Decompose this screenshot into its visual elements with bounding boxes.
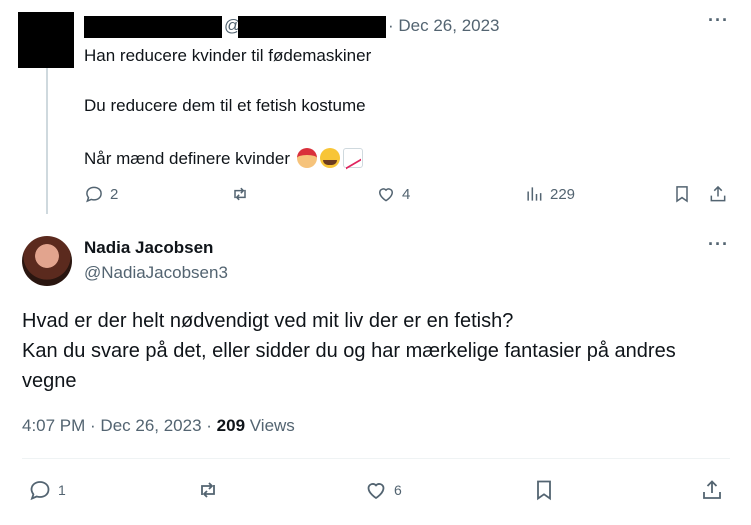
joy-emoji-icon <box>319 148 340 168</box>
parent-share-button[interactable] <box>708 184 728 204</box>
reply-icon <box>30 481 50 501</box>
views-count: 209 <box>216 416 246 435</box>
bookmark-icon <box>676 186 688 203</box>
thread-connector-line <box>46 68 48 214</box>
reply-button[interactable]: 1 <box>28 478 66 502</box>
reply-icon <box>86 186 102 203</box>
retweet-icon <box>201 482 215 498</box>
bookmark-button[interactable] <box>532 478 556 502</box>
parent-like-button[interactable]: 4 <box>376 184 410 204</box>
parent-tweet-date[interactable]: · Dec 26, 2023 <box>388 16 500 36</box>
parent-tweet-line-3-text: Når mænd definere kvinder <box>84 149 290 168</box>
bookmark-icon <box>537 480 551 501</box>
more-options-icon[interactable]: ··· <box>708 10 729 31</box>
heart-icon <box>378 188 394 202</box>
divider <box>22 458 730 459</box>
tweet-meta: 4:07 PM · Dec 26, 2023 · 209 Views <box>22 416 295 436</box>
retweet-button[interactable] <box>196 478 220 502</box>
views-chart-icon <box>527 187 542 201</box>
redacted-author-handle <box>238 16 386 38</box>
avatar[interactable] <box>22 236 72 286</box>
more-options-icon[interactable]: ··· <box>708 234 729 255</box>
parent-tweet-line-3: Når mænd definere kvinder <box>84 148 363 169</box>
author-name[interactable]: Nadia Jacobsen <box>84 238 213 258</box>
chart-increasing-emoji-icon <box>342 148 363 168</box>
tweet-thread: @ · Dec 26, 2023 ··· Han reducere kvinde… <box>0 0 751 525</box>
parent-reply-count: 2 <box>110 185 119 203</box>
tweet-body-line-3: vegne <box>22 370 77 392</box>
share-button[interactable] <box>700 478 724 502</box>
share-icon <box>710 185 726 202</box>
tweet-body: Hvad er der helt nødvendigt ved mit liv … <box>22 306 738 396</box>
share-icon <box>703 480 721 499</box>
like-count: 6 <box>394 482 402 498</box>
reply-count: 1 <box>58 482 66 498</box>
parent-retweet-button[interactable] <box>230 184 250 204</box>
heart-icon <box>367 483 385 500</box>
parent-reply-button[interactable]: 2 <box>84 184 118 204</box>
meta-separator: · <box>201 416 217 435</box>
parent-tweet-line-1: Han reducere kvinder til fødemaskiner <box>84 46 372 65</box>
redacted-author-name <box>84 16 222 38</box>
parent-views-count: 229 <box>550 185 576 203</box>
tweet-timestamp[interactable]: 4:07 PM · Dec 26, 2023 <box>22 416 202 435</box>
author-handle[interactable]: @NadiaJacobsen3 <box>84 263 228 283</box>
tweet-body-line-2: Kan du svare på det, eller sidder du og … <box>22 340 676 362</box>
tweet-body-line-1: Hvad er der helt nødvendigt ved mit liv … <box>22 310 514 332</box>
parent-bookmark-button[interactable] <box>672 184 692 204</box>
parent-views-button[interactable]: 229 <box>524 184 575 204</box>
retweet-icon <box>234 187 246 201</box>
parent-like-count: 4 <box>402 185 411 203</box>
redacted-avatar <box>18 12 74 68</box>
like-button[interactable]: 6 <box>364 478 402 502</box>
santa-emoji-icon <box>296 148 317 168</box>
parent-tweet-line-2: Du reducere dem til et fetish kostume <box>84 96 366 115</box>
views-label: Views <box>245 416 295 435</box>
